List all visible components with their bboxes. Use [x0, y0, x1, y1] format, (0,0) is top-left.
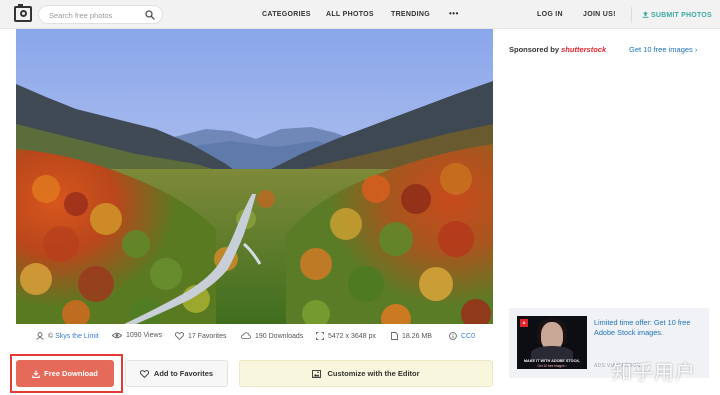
chevron-right-icon: ›: [694, 45, 698, 54]
shutterstock-logo[interactable]: shutterstock: [561, 45, 606, 54]
free-download-label: Free Download: [44, 369, 98, 378]
get-free-images-link[interactable]: Get 10 free images ›: [629, 45, 697, 54]
heart-outline-icon: [139, 369, 149, 378]
header-divider: [631, 7, 632, 23]
license-link[interactable]: CC0: [461, 333, 475, 340]
dimensions-info: 5472 x 3648 px: [316, 332, 376, 340]
file-icon: [391, 332, 398, 340]
ad-portrait-shoulders: [531, 346, 573, 360]
watermark: 知乎用户: [612, 360, 696, 384]
submit-photos-label: SUBMIT PHOTOS: [651, 12, 712, 19]
eye-icon: [112, 332, 122, 339]
get-free-images-label: Get 10 free images: [629, 45, 693, 54]
favorites-label: 17 Favorites: [188, 333, 227, 340]
download-icon: [32, 370, 40, 378]
add-to-favorites-label: Add to Favorites: [153, 369, 214, 378]
heart-icon: [175, 332, 184, 340]
search-input[interactable]: [49, 8, 144, 22]
submit-photos-link[interactable]: SUBMIT PHOTOS: [642, 11, 712, 19]
adobe-logo-icon: A: [520, 319, 528, 327]
nav-trending[interactable]: TRENDING: [391, 11, 430, 18]
sponsored-prefix: Sponsored by: [509, 45, 560, 54]
filesize-label: 18.26 MB: [402, 333, 432, 340]
views-count: 1090 Views: [112, 332, 162, 339]
ad-tagline: MAKE IT WITH ADOBE STOCK.: [523, 359, 581, 363]
landscape-photo-image: [16, 29, 493, 324]
dimensions-label: 5472 x 3648 px: [328, 333, 376, 340]
free-download-button[interactable]: Free Download: [16, 360, 114, 387]
downloads-count: 190 Downloads: [241, 332, 303, 340]
more-menu-icon[interactable]: •••: [449, 9, 459, 18]
image-edit-icon: [312, 369, 322, 378]
author-info[interactable]: © Skys the Limit: [36, 332, 99, 340]
upload-icon: [642, 11, 649, 18]
search-box[interactable]: [38, 5, 163, 24]
license-info[interactable]: CC0: [449, 332, 475, 340]
join-link[interactable]: JOIN US!: [583, 11, 616, 18]
views-label: 1090 Views: [126, 332, 163, 339]
ad-offer-text[interactable]: Limited time offer: Get 10 free Adobe St…: [594, 318, 704, 338]
author-link[interactable]: Skys the Limit: [55, 333, 99, 340]
filesize-info: 18.26 MB: [391, 332, 432, 340]
downloads-label: 190 Downloads: [255, 333, 304, 340]
customize-editor-label: Customize with the Editor: [327, 369, 420, 378]
expand-icon: [316, 332, 324, 340]
cloud-download-icon: [241, 332, 251, 339]
author-prefix: ©: [48, 333, 54, 340]
customize-editor-button[interactable]: Customize with the Editor: [239, 360, 493, 387]
search-icon[interactable]: [145, 10, 155, 20]
nav-all-photos[interactable]: ALL PHOTOS: [326, 11, 374, 18]
info-icon: [449, 332, 457, 340]
top-header: CATEGORIES ALL PHOTOS TRENDING ••• LOG I…: [0, 0, 720, 29]
main-photo[interactable]: [16, 29, 493, 324]
ad-thumbnail[interactable]: A MAKE IT WITH ADOBE STOCK. Get 10 free …: [517, 316, 587, 369]
login-link[interactable]: LOG IN: [537, 11, 563, 18]
add-to-favorites-button[interactable]: Add to Favorites: [125, 360, 228, 387]
nav-categories[interactable]: CATEGORIES: [262, 11, 311, 18]
ad-subline: Get 10 free images ›: [537, 364, 567, 368]
favorites-count: 17 Favorites: [175, 332, 227, 340]
sponsored-by: Sponsored by shutterstock: [509, 45, 606, 54]
camera-logo-icon[interactable]: [14, 4, 32, 22]
user-icon: [36, 332, 44, 340]
